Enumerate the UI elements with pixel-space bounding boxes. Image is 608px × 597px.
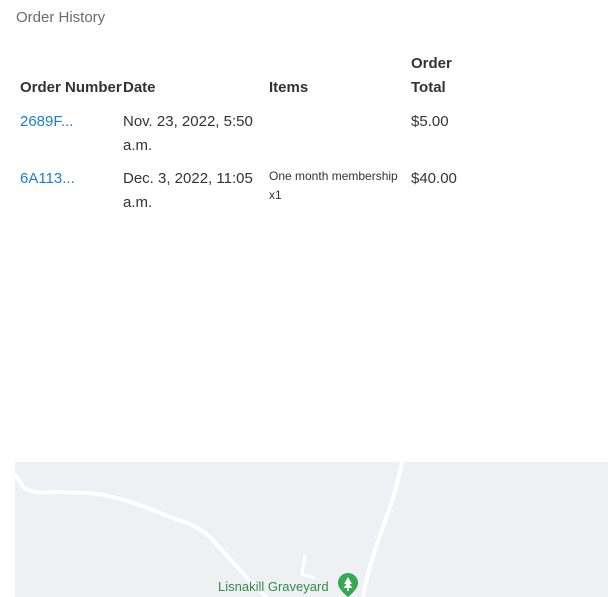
order-total-cell: $5.00 [411, 113, 449, 130]
header-items: Items [269, 79, 309, 96]
header-order-number: Order Number [20, 79, 122, 96]
map-road [300, 554, 316, 580]
order-history-table: Order Number Date Items Order Total 2689… [20, 52, 480, 224]
order-number-link[interactable]: 6A113... [20, 170, 75, 187]
order-number-cell: 6A113... [20, 167, 123, 224]
order-total-cell: $40.00 [411, 170, 457, 187]
map-roads [15, 462, 404, 597]
section-title: Order History [16, 9, 106, 26]
order-date-cell: Dec. 3, 2022, 11:05 a.m. [123, 170, 253, 211]
table-header-row: Order Number Date Items Order Total [20, 52, 480, 110]
header-date: Date [123, 79, 156, 96]
order-items-cell [269, 110, 411, 167]
order-items-cell: One month membership x1 [269, 169, 398, 202]
order-date-cell: Nov. 23, 2022, 5:50 a.m. [123, 113, 253, 154]
order-number-link[interactable]: 2689F... [20, 113, 73, 130]
table-row: 6A113... Dec. 3, 2022, 11:05 a.m. One mo… [20, 167, 480, 224]
order-number-cell: 2689F... [20, 110, 123, 167]
table-row: 2689F... Nov. 23, 2022, 5:50 a.m. $5.00 [20, 110, 480, 167]
header-order-total: Order Total [411, 55, 452, 96]
map-view[interactable]: Lisnakill Graveyard [15, 462, 608, 597]
map-road [361, 462, 404, 597]
map-place-label[interactable]: Lisnakill Graveyard [218, 579, 329, 594]
